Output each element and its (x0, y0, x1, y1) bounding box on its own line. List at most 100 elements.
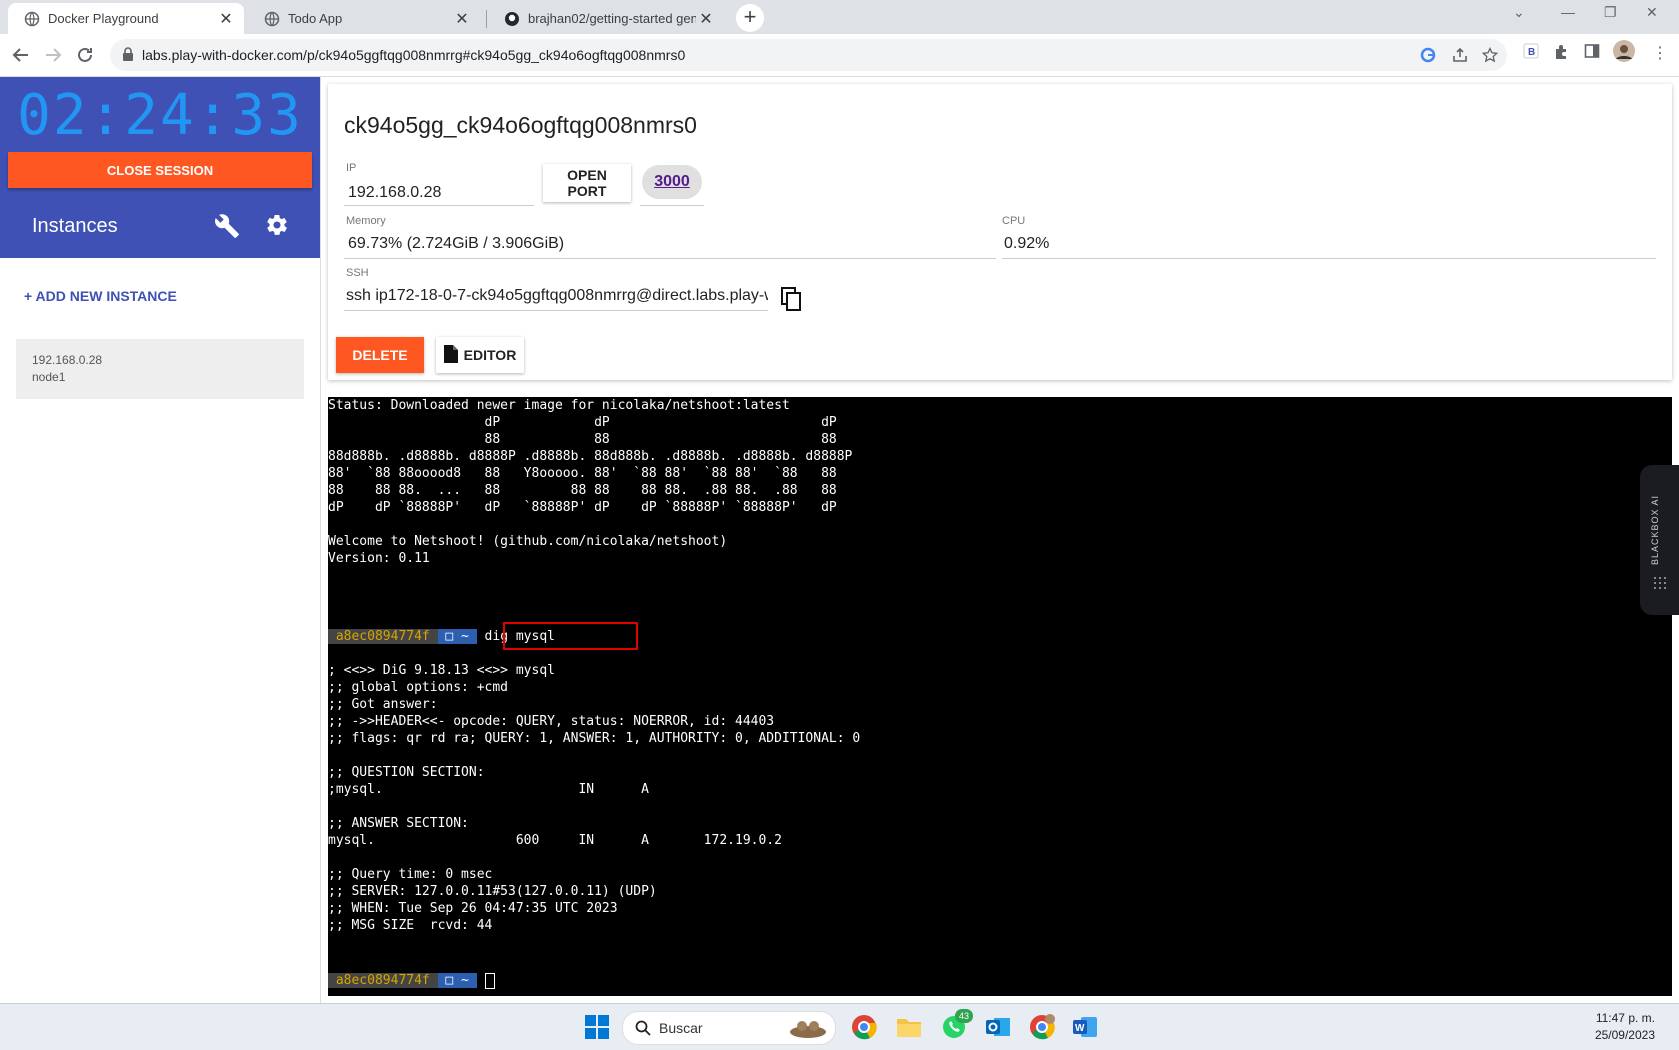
globe-icon (24, 11, 40, 27)
github-icon (504, 11, 520, 27)
terminal-output-line: ;; Query time: 0 msec (328, 867, 493, 882)
tab-docker-playground[interactable]: Docker Playground ✕ (8, 3, 244, 34)
restore-icon[interactable]: ❐ (1604, 4, 1617, 21)
memory-value: 69.73% (2.724GiB / 3.906GiB) (348, 235, 565, 252)
svg-text:B: B (1528, 47, 1535, 58)
address-bar[interactable]: labs.play-with-docker.com/p/ck94o5ggftqg… (110, 39, 1507, 71)
port-3000-link[interactable]: 3000 (642, 165, 702, 199)
terminal-output-line: ; <<>> DiG 9.18.13 <<>> mysql (328, 663, 555, 678)
back-icon[interactable] (8, 42, 34, 68)
add-new-instance-button[interactable]: + ADD NEW INSTANCE (24, 288, 177, 304)
close-tab-icon[interactable]: ✕ (696, 9, 716, 29)
chevron-down-icon[interactable]: ⌄ (1513, 4, 1525, 21)
search-highlight-icon (788, 1016, 828, 1045)
clock-time: 11:47 p. m. (1595, 1011, 1655, 1025)
close-session-button[interactable]: CLOSE SESSION (8, 152, 312, 188)
terminal-line: Welcome to Netshoot! (github.com/nicolak… (328, 534, 728, 549)
wrench-icon[interactable] (214, 213, 240, 244)
windows-start-icon[interactable] (583, 1013, 611, 1041)
session-timer: 02:24:33 (17, 83, 303, 148)
bookmark-star-icon[interactable] (1481, 46, 1499, 68)
google-icon[interactable] (1420, 47, 1436, 68)
terminal-line: dP dP dP (328, 415, 837, 430)
instance-name: node1 (32, 370, 66, 384)
editor-label: EDITOR (463, 347, 517, 363)
extension-b-icon[interactable]: B (1523, 43, 1539, 64)
search-icon (635, 1020, 651, 1041)
word-icon[interactable]: W (1071, 1013, 1099, 1041)
terminal-line: 88 88 88. ... 88 88 88 88 88. .88 88. .8… (328, 483, 837, 498)
extensions-puzzle-icon[interactable] (1553, 43, 1571, 66)
blackbox-label: BLACKBOX AI (1650, 494, 1660, 565)
terminal-line: 88 88 88 (328, 432, 837, 447)
outlook-icon[interactable] (984, 1013, 1012, 1041)
terminal-line: Status: Downloaded newer image for nicol… (328, 398, 790, 413)
terminal-line: 88d888b. .d8888b. d8888P .d8888b. 88d888… (328, 449, 853, 464)
terminal-prompt: a8ec0894774f □ ~ (328, 972, 495, 989)
tab-todo-app[interactable]: Todo App ✕ (248, 3, 480, 34)
prompt-host: a8ec0894774f (328, 973, 438, 988)
terminal-output-line: ;; MSG SIZE rcvd: 44 (328, 918, 493, 933)
blackbox-logo-icon (1652, 575, 1668, 596)
clock-date: 25/09/2023 (1594, 1028, 1655, 1042)
terminal[interactable]: Status: Downloaded newer image for nicol… (328, 397, 1672, 996)
url-text: labs.play-with-docker.com/p/ck94o5ggftqg… (142, 47, 686, 63)
terminal-line: 88' `88 88ooood8 88 Y8ooooo. 88' `88 88'… (328, 466, 837, 481)
chrome-icon[interactable] (850, 1013, 878, 1041)
lock-icon (122, 47, 134, 66)
terminal-output-line: ;; ->>HEADER<<- opcode: QUERY, status: N… (328, 714, 775, 729)
new-tab-button[interactable]: + (736, 4, 764, 32)
side-panel-icon[interactable] (1584, 43, 1600, 64)
terminal-output-line: ;; WHEN: Tue Sep 26 04:47:35 UTC 2023 (328, 901, 618, 916)
profile-avatar[interactable] (1613, 40, 1635, 67)
terminal-output-line: ;; Got answer: (328, 697, 438, 712)
blackbox-ai-panel[interactable]: BLACKBOX AI (1640, 465, 1679, 615)
terminal-output-line: ;mysql. IN A (328, 782, 649, 797)
open-port-button[interactable]: OPEN PORT (543, 164, 631, 202)
gear-icon[interactable] (265, 213, 289, 242)
tab-title: Todo App (288, 11, 343, 26)
ssh-command[interactable]: ssh ip172-18-0-7-ck94o5ggftqg008nmrrg@di… (346, 287, 768, 305)
terminal-output-line: ;; ANSWER SECTION: (328, 816, 469, 831)
tab-title: Docker Playground (48, 11, 159, 26)
share-icon[interactable] (1452, 47, 1468, 68)
cpu-underline (1002, 258, 1656, 259)
instance-hostname: ck94o5gg_ck94o6ogftqg008nmrs0 (344, 112, 697, 138)
terminal-output-line: ;; global options: +cmd (328, 680, 509, 695)
cpu-label: CPU (1002, 215, 1026, 227)
browser-toolbar: labs.play-with-docker.com/p/ck94o5ggftqg… (0, 34, 1679, 77)
copy-icon[interactable] (780, 287, 802, 316)
file-icon (443, 344, 458, 366)
terminal-cursor (484, 972, 495, 989)
prompt-host: a8ec0894774f (328, 629, 438, 644)
globe-icon (264, 11, 280, 27)
taskbar-search[interactable]: Buscar (622, 1011, 836, 1045)
command-highlight-box (503, 622, 638, 650)
browser-menu-icon[interactable]: ⋮ (1652, 43, 1668, 63)
terminal-line: dP dP `88888P' dP `88888P' dP dP `88888P… (328, 500, 837, 515)
tab-github[interactable]: brajhan02/getting-started gener ✕ (488, 3, 724, 34)
browser-tab-strip: Docker Playground ✕ Todo App ✕ brajhan02… (0, 0, 1679, 34)
ip-label: IP (346, 162, 357, 174)
close-tab-icon[interactable]: ✕ (216, 9, 236, 29)
search-placeholder: Buscar (659, 1020, 703, 1036)
instance-list-item[interactable]: 192.168.0.28 node1 (16, 339, 304, 399)
instance-ip: 192.168.0.28 (32, 353, 103, 367)
terminal-output-line: mysql. 600 IN A 172.19.0.2 (328, 833, 782, 848)
file-explorer-icon[interactable] (895, 1013, 923, 1041)
close-window-icon[interactable]: ✕ (1646, 4, 1658, 21)
delete-button[interactable]: DELETE (336, 337, 424, 373)
terminal-output-line: ;; QUESTION SECTION: (328, 765, 485, 780)
windows-taskbar: Buscar 43 W 11:47 p. m. 25/09/2023 (0, 1003, 1679, 1050)
forward-icon[interactable] (40, 42, 66, 68)
memory-label: Memory (346, 215, 386, 227)
minimize-icon[interactable]: — (1561, 4, 1575, 20)
chrome-profile-icon[interactable] (1028, 1013, 1056, 1041)
system-clock[interactable]: 11:47 p. m. 25/09/2023 (1595, 1010, 1655, 1044)
reload-icon[interactable] (72, 42, 98, 68)
prompt-dir: □ ~ (437, 973, 477, 988)
editor-button[interactable]: EDITOR (436, 337, 524, 373)
terminal-line: Version: 0.11 (328, 551, 430, 566)
close-tab-icon[interactable]: ✕ (452, 9, 472, 29)
instances-title: Instances (32, 215, 118, 237)
